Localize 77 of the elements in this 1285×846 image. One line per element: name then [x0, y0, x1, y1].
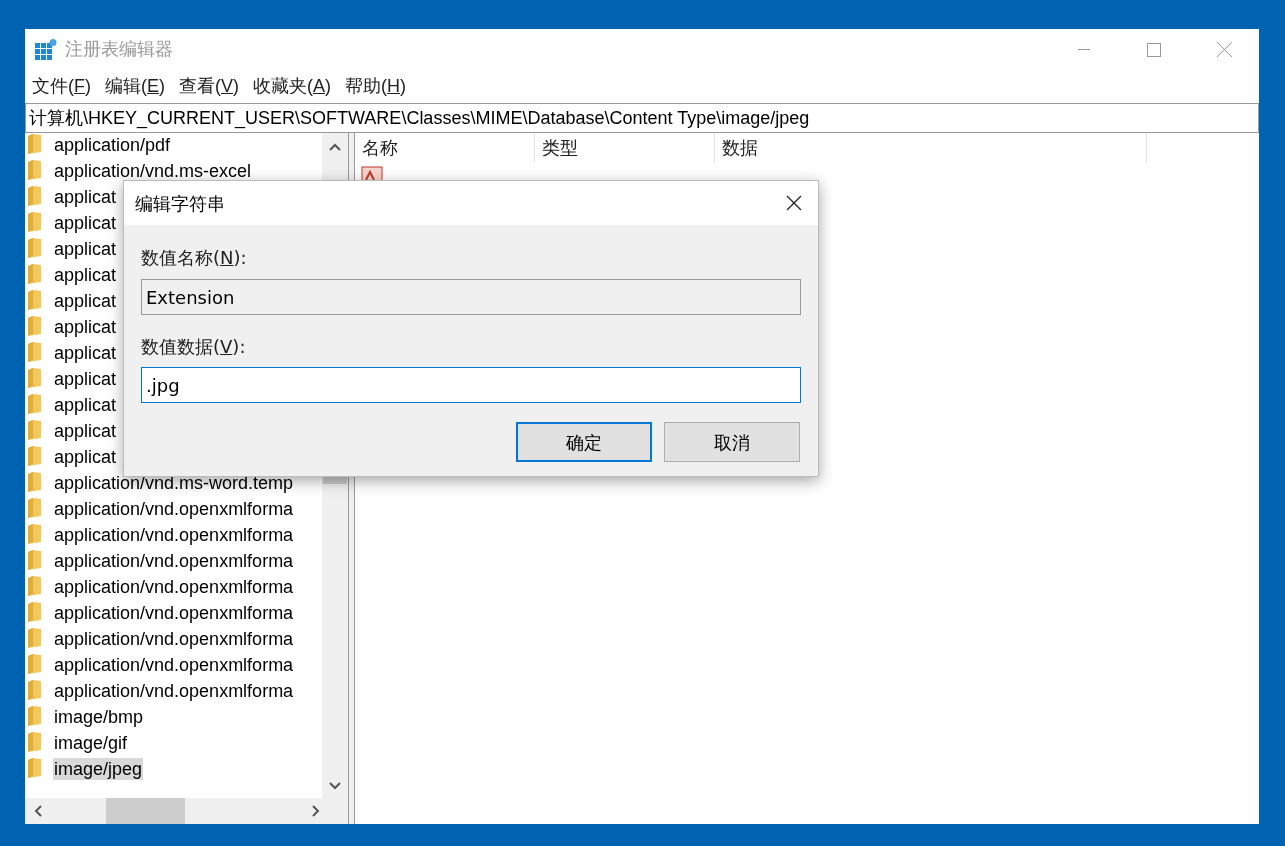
- folder-icon: [28, 290, 41, 310]
- tree-item[interactable]: applicat: [53, 290, 118, 312]
- field-label: 数值名称(N):: [141, 246, 248, 270]
- scroll-right-icon[interactable]: [312, 805, 320, 817]
- scroll-up-icon[interactable]: [329, 143, 341, 151]
- tree-item[interactable]: image/gif: [53, 732, 129, 754]
- tree-item[interactable]: applicat: [53, 342, 118, 364]
- value-name-field[interactable]: Extension: [141, 279, 801, 315]
- menu-item[interactable]: 帮助(H): [345, 73, 407, 100]
- folder-icon: [28, 446, 41, 466]
- folder-icon: [28, 576, 41, 596]
- registry-editor-icon: [35, 38, 57, 61]
- folder-icon: [28, 628, 41, 648]
- menu-item[interactable]: 编辑(E): [105, 73, 165, 100]
- tree-item[interactable]: application/vnd.openxmlforma: [53, 680, 295, 702]
- maximize-icon: [1147, 42, 1161, 57]
- menu-item[interactable]: 文件(F): [32, 73, 91, 100]
- folder-icon: [28, 420, 41, 440]
- tree-item[interactable]: application/vnd.openxmlforma: [53, 498, 295, 520]
- scroll-left-icon[interactable]: [34, 805, 42, 817]
- scroll-down-icon[interactable]: [329, 782, 341, 790]
- menu-item[interactable]: 收藏夹(A): [253, 73, 332, 100]
- folder-icon: [28, 706, 41, 726]
- tree-item[interactable]: application/vnd.ms-excel: [53, 160, 253, 182]
- tree-item[interactable]: applicat: [53, 368, 118, 390]
- tree-item[interactable]: applicat: [53, 238, 118, 260]
- folder-icon: [28, 524, 41, 544]
- folder-icon: [28, 394, 41, 414]
- tree-item[interactable]: application/vnd.ms-word.temp: [53, 472, 295, 494]
- tree-item[interactable]: application/vnd.openxmlforma: [53, 602, 295, 624]
- tree-item[interactable]: applicat: [53, 186, 118, 208]
- tree-item[interactable]: applicat: [53, 212, 118, 234]
- folder-icon: [28, 238, 41, 258]
- tree-item[interactable]: applicat: [53, 316, 118, 338]
- folder-icon: [28, 212, 41, 232]
- tree-item[interactable]: application/vnd.openxmlforma: [53, 550, 295, 572]
- folder-icon: [28, 472, 41, 492]
- folder-icon: [28, 264, 41, 284]
- window-title: 注册表编辑器: [65, 38, 173, 61]
- value-data-field[interactable]: .jpg: [141, 367, 801, 403]
- folder-icon: [28, 316, 41, 336]
- horizontal-scrollbar[interactable]: [25, 798, 348, 824]
- folder-icon: [28, 732, 41, 752]
- menu-item[interactable]: 查看(V): [179, 73, 240, 100]
- folder-icon: [28, 680, 41, 700]
- close-icon: [1216, 42, 1232, 57]
- dialog-title: 编辑字符串: [135, 191, 225, 216]
- tree-item[interactable]: application/pdf: [53, 134, 172, 156]
- minimize-icon: [1078, 49, 1090, 50]
- tree-item[interactable]: applicat: [53, 420, 118, 442]
- address-bar[interactable]: 计算机\HKEY_CURRENT_USER\SOFTWARE\Classes\MIME\Database\Content Type\image/jpeg: [25, 103, 1259, 133]
- folder-icon: [28, 498, 41, 518]
- column-header[interactable]: 类型: [535, 133, 715, 163]
- folder-icon: [28, 342, 41, 362]
- folder-icon: [28, 160, 41, 180]
- folder-icon: [28, 602, 41, 622]
- scroll-thumb[interactable]: [106, 798, 185, 824]
- tree-item[interactable]: applicat: [53, 264, 118, 286]
- folder-icon: [28, 368, 41, 388]
- tree-item[interactable]: applicat: [53, 446, 118, 468]
- folder-icon: [28, 550, 41, 570]
- tree-item[interactable]: application/vnd.openxmlforma: [53, 654, 295, 676]
- field-label: 数值数据(V):: [141, 335, 247, 359]
- tree-item[interactable]: application/vnd.openxmlforma: [53, 628, 295, 650]
- ok-button[interactable]: 确定: [516, 422, 652, 462]
- folder-icon: [28, 186, 41, 206]
- folder-icon: [28, 134, 41, 154]
- folder-icon: [28, 758, 41, 778]
- tree-item[interactable]: image/bmp: [53, 706, 145, 728]
- cancel-button[interactable]: 取消: [664, 422, 800, 462]
- tree-item[interactable]: application/vnd.openxmlforma: [53, 576, 295, 598]
- tree-item[interactable]: application/vnd.openxmlforma: [53, 524, 295, 546]
- column-header[interactable]: 数据: [715, 133, 1147, 163]
- tree-item[interactable]: applicat: [53, 394, 118, 416]
- column-header[interactable]: 名称: [355, 133, 535, 163]
- folder-icon: [28, 654, 41, 674]
- tree-item[interactable]: image/jpeg: [53, 758, 144, 780]
